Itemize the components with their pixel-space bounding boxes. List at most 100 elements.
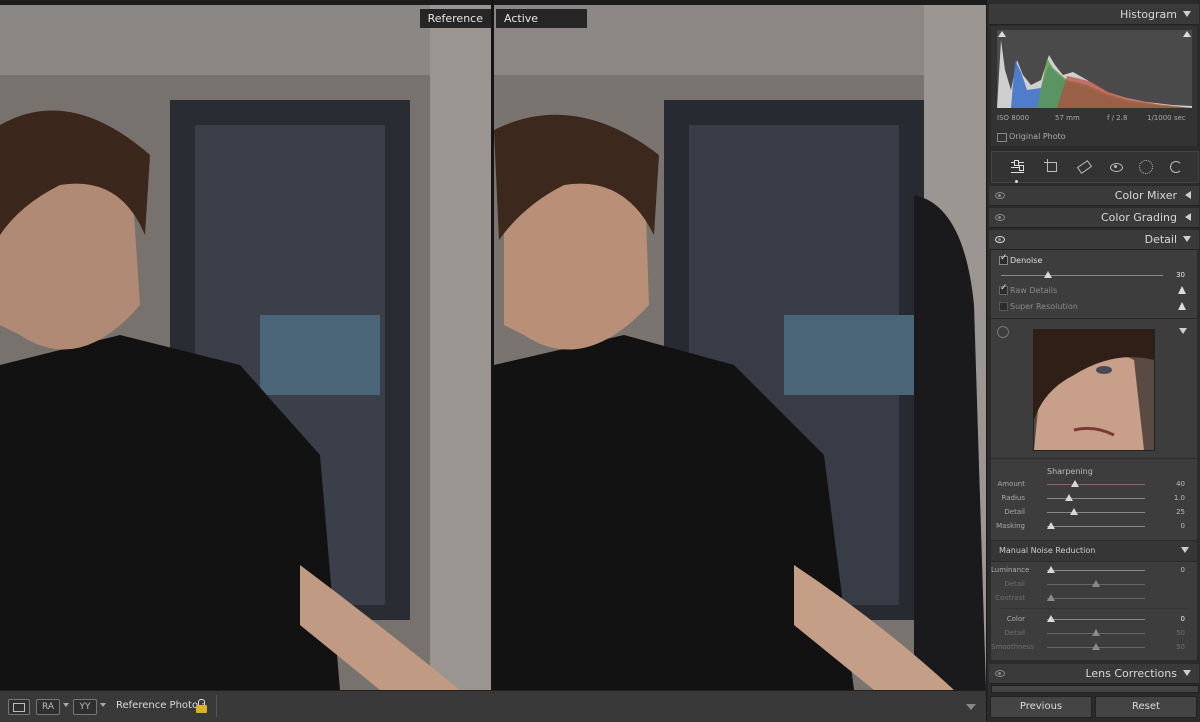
color-detail-value[interactable]: 50 xyxy=(1161,629,1185,637)
original-photo-checkbox[interactable] xyxy=(997,133,1007,142)
luminance-slider-thumb[interactable] xyxy=(1047,566,1055,573)
color-nr-slider[interactable] xyxy=(1047,619,1145,620)
super-resolution-checkbox[interactable] xyxy=(999,302,1008,311)
sharpen-detail-slider-thumb[interactable] xyxy=(1070,508,1078,515)
contrast-label: Contrast xyxy=(995,594,1025,602)
denoise-value[interactable]: 30 xyxy=(1161,271,1185,279)
lock-icon[interactable] xyxy=(195,699,209,714)
highlight-clipping-icon[interactable] xyxy=(1183,31,1191,37)
denoise-slider[interactable] xyxy=(1001,275,1163,276)
color-grading-eye-icon[interactable] xyxy=(995,214,1005,221)
lens-corrections-eye-icon[interactable] xyxy=(995,670,1005,677)
reference-photo[interactable]: Reference xyxy=(0,5,491,690)
panel-scrollbar[interactable] xyxy=(991,685,1199,693)
denoise-label: Denoise xyxy=(1010,256,1043,265)
radius-value[interactable]: 1.0 xyxy=(1161,494,1185,502)
sharpen-detail-slider[interactable] xyxy=(1047,512,1145,513)
focal-length: 57 mm xyxy=(1055,114,1080,122)
reference-image xyxy=(0,5,491,690)
manual-noise-reduction-header[interactable]: Manual Noise Reduction xyxy=(991,540,1197,562)
shadow-clipping-icon[interactable] xyxy=(998,31,1006,37)
histogram-collapse-icon[interactable] xyxy=(1183,11,1191,17)
detail-collapse-icon[interactable] xyxy=(1183,236,1191,242)
raw-details-warning-icon xyxy=(1178,286,1186,294)
sharpening-title: Sharpening xyxy=(1047,467,1093,476)
raw-details-checkbox[interactable] xyxy=(999,283,1008,295)
noise-collapse-icon[interactable] xyxy=(1181,547,1189,553)
shutter-speed: 1/1000 sec xyxy=(1147,114,1186,122)
reference-active-view-button[interactable]: RA xyxy=(36,699,60,715)
color-detail-slider-thumb[interactable] xyxy=(1092,629,1100,636)
histogram-header[interactable]: Histogram xyxy=(989,4,1199,25)
target-adjust-icon[interactable] xyxy=(997,326,1009,338)
amount-label: Amount xyxy=(997,480,1025,488)
develop-panel: Histogram ISO 8000 57 mm f / 2.8 1/1000 … xyxy=(986,0,1200,721)
crop-icon[interactable] xyxy=(1044,159,1060,175)
histogram-graph[interactable] xyxy=(997,30,1192,108)
color-nr-slider-thumb[interactable] xyxy=(1047,615,1055,622)
edit-icon[interactable] xyxy=(1010,159,1026,183)
heal-icon[interactable] xyxy=(1076,159,1093,175)
yy-dropdown-icon[interactable] xyxy=(100,703,106,707)
lum-detail-label: Detail xyxy=(1004,580,1025,588)
color-grading-expand-icon[interactable] xyxy=(1185,213,1191,221)
redeye-icon[interactable] xyxy=(1108,159,1124,175)
luminance-label: Luminance xyxy=(991,566,1030,574)
denoise-slider-thumb[interactable] xyxy=(1044,271,1052,278)
lens-corrections-collapse-icon[interactable] xyxy=(1183,670,1191,676)
contrast-slider[interactable] xyxy=(1047,598,1145,599)
color-nr-value[interactable]: 0 xyxy=(1161,615,1185,623)
masking-slider[interactable] xyxy=(1047,526,1145,527)
radius-slider-thumb[interactable] xyxy=(1065,494,1073,501)
smoothness-slider-thumb[interactable] xyxy=(1092,643,1100,650)
masking-icon[interactable] xyxy=(1138,159,1154,175)
lum-detail-slider-thumb[interactable] xyxy=(1092,580,1100,587)
super-resolution-label: Super Resolution xyxy=(1010,302,1078,311)
active-image xyxy=(494,5,986,690)
reset-button[interactable]: Reset xyxy=(1095,696,1197,718)
detail-panel-body: Denoise 30 Raw Details Super Resolution … xyxy=(991,250,1197,660)
sharpen-detail-value[interactable]: 25 xyxy=(1161,508,1185,516)
sharpen-detail-label: Detail xyxy=(1004,508,1025,516)
toolbar-menu-icon[interactable] xyxy=(966,704,976,710)
preview-collapse-icon[interactable] xyxy=(1179,328,1187,334)
luminance-value[interactable]: 0 xyxy=(1161,566,1185,574)
color-mixer-eye-icon[interactable] xyxy=(995,192,1005,199)
detail-eye-icon[interactable] xyxy=(995,236,1005,243)
ra-dropdown-icon[interactable] xyxy=(63,703,69,707)
amount-slider-thumb[interactable] xyxy=(1071,480,1079,487)
color-nr-label: Color xyxy=(1006,615,1025,623)
color-mixer-header[interactable]: Color Mixer xyxy=(989,186,1199,206)
reference-photo-label: Reference Photo : xyxy=(116,700,205,711)
loupe-view-button[interactable] xyxy=(8,699,30,715)
manual-noise-reduction-title: Manual Noise Reduction xyxy=(999,546,1096,555)
before-after-view-button[interactable]: YY xyxy=(73,699,97,715)
smoothness-label: Smoothness xyxy=(991,643,1035,651)
compare-view: Reference Active xyxy=(0,0,986,690)
histogram-curves xyxy=(997,40,1192,108)
previous-button[interactable]: Previous xyxy=(990,696,1092,718)
denoise-checkbox[interactable] xyxy=(999,253,1008,265)
preview-crop xyxy=(1034,330,1154,450)
super-resolution-warning-icon xyxy=(1178,302,1186,310)
detail-header[interactable]: Detail xyxy=(989,230,1199,250)
color-grading-header[interactable]: Color Grading xyxy=(989,208,1199,228)
lens-corrections-header[interactable]: Lens Corrections xyxy=(989,664,1199,684)
detail-title: Detail xyxy=(1144,233,1177,246)
masking-value[interactable]: 0 xyxy=(1161,522,1185,530)
amount-slider[interactable] xyxy=(1047,484,1145,485)
radius-label: Radius xyxy=(1001,494,1025,502)
detail-preview-image[interactable] xyxy=(1033,329,1155,451)
presets-icon[interactable] xyxy=(1168,159,1184,175)
contrast-slider-thumb[interactable] xyxy=(1047,594,1055,601)
radius-slider[interactable] xyxy=(1047,498,1145,499)
smoothness-value[interactable]: 50 xyxy=(1161,643,1185,651)
color-mixer-expand-icon[interactable] xyxy=(1185,191,1191,199)
aperture: f / 2.8 xyxy=(1107,114,1128,122)
active-photo[interactable]: Active xyxy=(494,5,986,690)
amount-value[interactable]: 40 xyxy=(1161,480,1185,488)
masking-slider-thumb[interactable] xyxy=(1047,522,1055,529)
raw-details-label: Raw Details xyxy=(1010,286,1058,295)
histogram: ISO 8000 57 mm f / 2.8 1/1000 sec Origin… xyxy=(991,26,1197,146)
luminance-slider[interactable] xyxy=(1047,570,1145,571)
